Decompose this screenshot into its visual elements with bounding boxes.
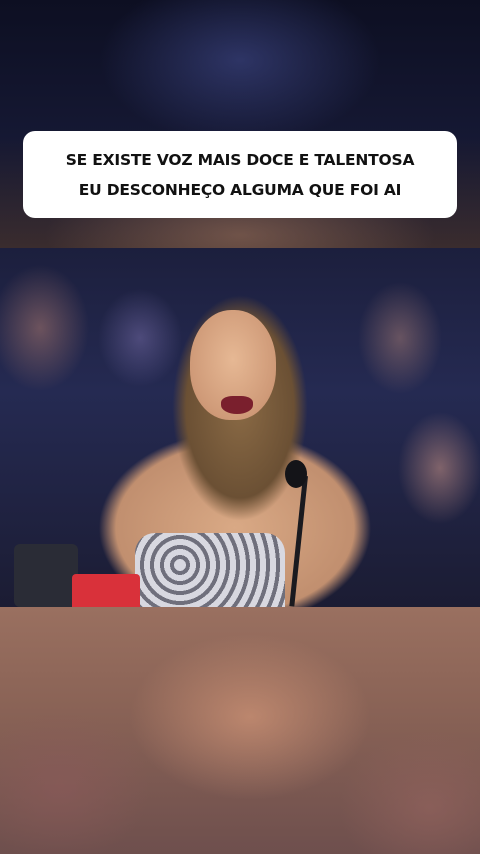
blurred-background-bottom <box>0 607 480 854</box>
caption-line-2: EU DESCONHEÇO ALGUMA QUE FOI AI <box>78 180 402 199</box>
caption-box: SE EXISTE VOZ MAIS DOCE E TALENTOSA EU D… <box>23 131 457 218</box>
caption-line-1: SE EXISTE VOZ MAIS DOCE E TALENTOSA <box>65 150 415 169</box>
judge-mouth <box>221 396 253 414</box>
judge-chair <box>14 544 78 607</box>
red-cup <box>72 574 140 607</box>
video-frame[interactable] <box>0 248 480 607</box>
sequin-dress <box>135 533 285 607</box>
microphone-icon <box>285 460 307 488</box>
